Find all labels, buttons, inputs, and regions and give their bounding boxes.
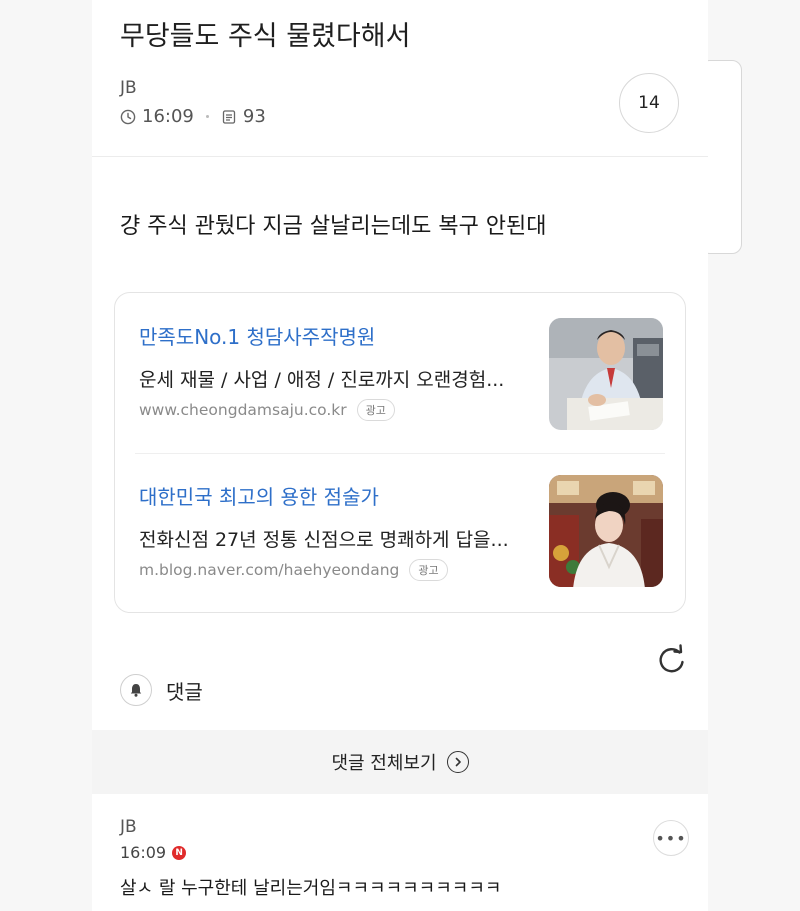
- notification-bell-icon[interactable]: [120, 674, 152, 706]
- ad-description: 전화신점 27년 정통 신점으로 명쾌하게 답을...: [139, 529, 509, 551]
- ad-url-row: www.cheongdamsaju.co.kr 광고: [139, 399, 395, 421]
- view-all-comments-label: 댓글 전체보기: [331, 753, 437, 774]
- ad-url-row: m.blog.naver.com/haehyeondang 광고: [139, 559, 448, 581]
- meta-separator: [205, 115, 209, 118]
- ad-description: 운세 재물 / 사업 / 애정 / 진로까지 오랜경험...: [139, 369, 505, 391]
- woman-portrait-photo[interactable]: [549, 475, 663, 587]
- post-time: 16:09: [142, 106, 194, 127]
- view-all-comments-button[interactable]: 댓글 전체보기: [92, 730, 708, 794]
- comment-author[interactable]: JB: [120, 817, 137, 837]
- header-divider: [92, 156, 708, 157]
- ad-tag: 광고: [356, 399, 395, 421]
- left-margin: [0, 0, 92, 911]
- ad-tag: 광고: [409, 559, 448, 581]
- more-options-icon[interactable]: •••: [653, 820, 689, 856]
- comments-header: 댓글: [120, 674, 203, 706]
- chevron-right-icon: [446, 751, 469, 773]
- comment-time: 16:09: [120, 843, 167, 862]
- ad-item[interactable]: 만족도No.1 청담사주작명원 운세 재물 / 사업 / 애정 / 진로까지 오…: [115, 293, 685, 453]
- post-views: 93: [242, 106, 266, 127]
- ad-url: m.blog.naver.com/haehyeondang: [139, 561, 400, 579]
- ad-card: 만족도No.1 청담사주작명원 운세 재물 / 사업 / 애정 / 진로까지 오…: [114, 292, 686, 613]
- post-author[interactable]: JB: [120, 78, 137, 98]
- view-count-icon: [222, 109, 236, 124]
- comment-meta: 16:09 N: [120, 843, 187, 862]
- clock-icon: [120, 109, 136, 124]
- post-view: 무당들도 주식 물렸다해서 JB 16:09 93 14 걍 주식 관뒀다 지금…: [92, 0, 708, 911]
- ad-title[interactable]: 대한민국 최고의 용한 점술가: [139, 481, 379, 510]
- ad-item[interactable]: 대한민국 최고의 용한 점술가 전화신점 27년 정통 신점으로 명쾌하게 답을…: [115, 453, 685, 613]
- man-at-desk-photo[interactable]: [549, 318, 663, 430]
- comment-text: 살ㅅ 랄 누구한테 날리는거임ㅋㅋㅋㅋㅋㅋㅋㅋㅋㅋ: [120, 878, 502, 899]
- comments-header-label: 댓글: [166, 679, 203, 704]
- post-meta: 16:09 93: [120, 106, 266, 127]
- comment-count-button[interactable]: 14: [619, 73, 679, 133]
- post-title: 무당들도 주식 물렸다해서: [120, 21, 411, 52]
- ad-url: www.cheongdamsaju.co.kr: [139, 401, 347, 419]
- refresh-icon[interactable]: [652, 640, 692, 680]
- new-badge: N: [172, 845, 187, 860]
- post-body: 걍 주식 관뒀다 지금 살날리는데도 복구 안된대: [120, 214, 547, 239]
- ad-title[interactable]: 만족도No.1 청담사주작명원: [139, 321, 375, 350]
